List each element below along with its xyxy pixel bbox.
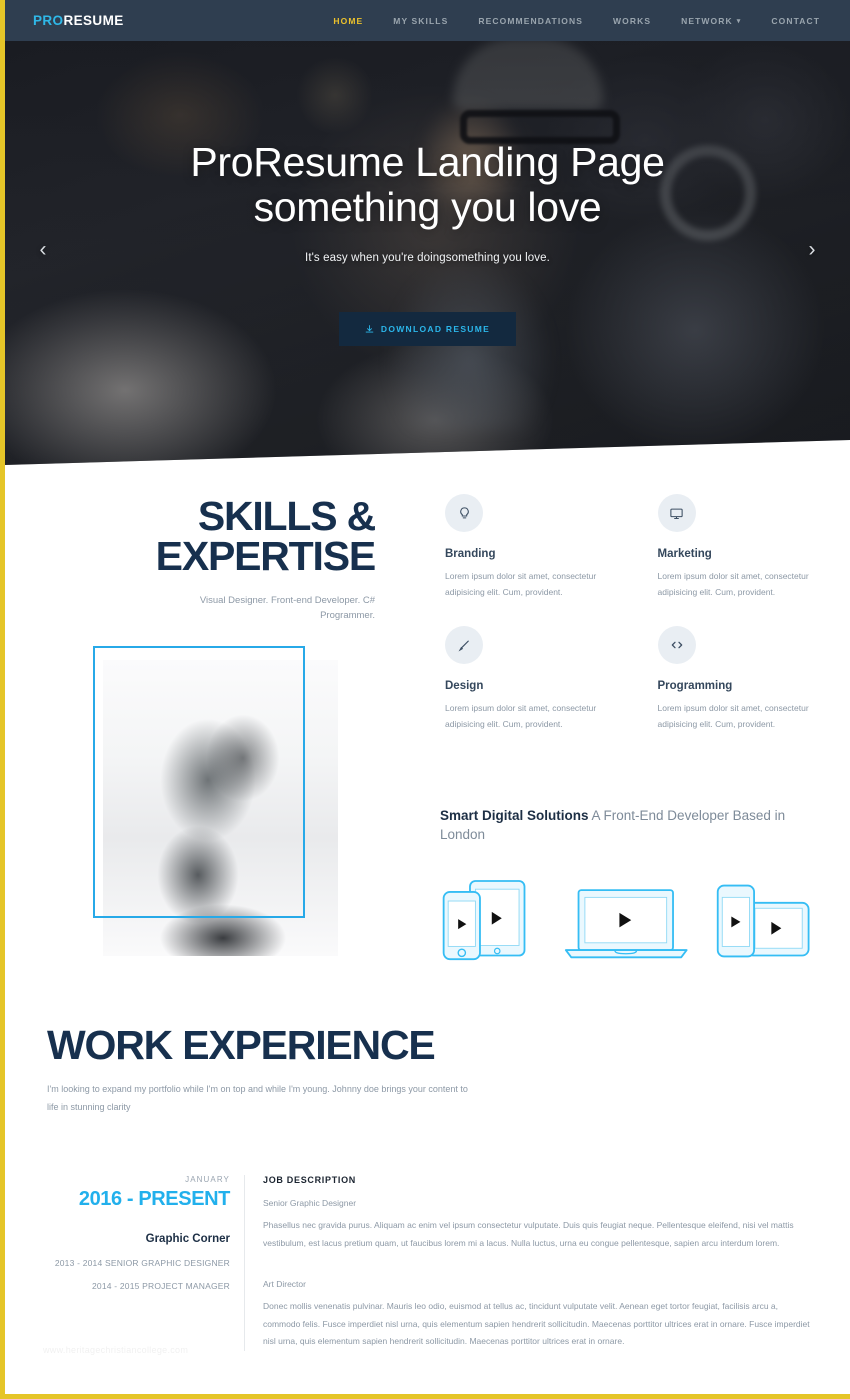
smart-digital-solutions-heading: Smart Digital Solutions A Front-End Deve…: [440, 806, 810, 844]
download-resume-button[interactable]: DOWNLOAD RESUME: [338, 312, 517, 347]
top-navigation-bar: PRORESUME HOME MY SKILLS RECOMMENDATIONS…: [5, 0, 850, 41]
experience-divider: [244, 1175, 245, 1352]
work-experience-section: WORK EXPERIENCE I'm looking to expand my…: [5, 1022, 850, 1352]
nav-links: HOME MY SKILLS RECOMMENDATIONS WORKS NET…: [333, 16, 820, 26]
experience-role-1: 2013 - 2014 SENIOR GRAPHIC DESIGNER: [54, 1258, 230, 1268]
skill-title-design: Design: [445, 680, 484, 693]
portrait-frame: [93, 646, 305, 918]
nav-item-recommendations[interactable]: RECOMMENDATIONS: [478, 16, 583, 26]
skills-heading-line1: SKILLS &: [197, 493, 376, 539]
phone-tablet-illustration: [442, 880, 526, 961]
skill-desc-design: Lorem ipsum dolor sit amet, consectetur …: [445, 703, 597, 730]
download-resume-label: DOWNLOAD RESUME: [380, 324, 491, 335]
logo-resume: RESUME: [63, 13, 124, 28]
experience-role-2: 2014 - 2015 PROJECT MANAGER: [92, 1281, 230, 1291]
skill-card-branding: Branding Lorem ipsum dolor sit amet, con…: [445, 494, 603, 600]
job-text-art-director: Donec mollis venenatis pulvinar. Mauris …: [263, 1300, 810, 1347]
hero-prev-arrow[interactable]: ‹: [31, 238, 55, 262]
download-icon: [365, 324, 374, 333]
skills-heading-line2: EXPERTISE: [155, 533, 377, 580]
nav-item-my-skills[interactable]: MY SKILLS: [393, 16, 448, 26]
brush-icon: [445, 626, 483, 665]
nav-item-home[interactable]: HOME: [333, 16, 363, 26]
smart-bold-text: Smart Digital Solutions: [440, 808, 589, 823]
chevron-down-icon: ▾: [736, 18, 742, 26]
experience-company: Graphic Corner: [145, 1233, 230, 1245]
job-role-senior-graphic-designer: Senior Graphic Designer: [263, 1198, 357, 1208]
phone-tablet-landscape-illustration: [716, 884, 810, 958]
skill-title-branding: Branding: [445, 548, 496, 560]
skill-desc-programming: Lorem ipsum dolor sit amet, consectetur …: [657, 703, 809, 730]
skills-subtitle: Visual Designer. Front-end Developer. C#…: [199, 595, 375, 622]
nav-item-network-label: NETWORK: [681, 15, 733, 26]
job-description-block: JOB DESCRIPTION Senior Graphic Designer …: [263, 1175, 850, 1351]
hero-subtitle: It's easy when you're doingsomething you…: [305, 252, 550, 265]
lightbulb-icon: [445, 494, 483, 532]
experience-month: JANUARY: [185, 1175, 230, 1184]
skill-desc-marketing: Lorem ipsum dolor sit amet, consectetur …: [657, 571, 809, 597]
skills-portrait: [93, 646, 338, 956]
skills-heading: SKILLS & EXPERTISE: [35, 493, 377, 580]
experience-years: 2016 - PRESENT: [78, 1188, 231, 1210]
skill-title-marketing: Marketing: [657, 548, 712, 560]
nav-item-works[interactable]: WORKS: [613, 16, 651, 26]
skills-grid: Branding Lorem ipsum dolor sit amet, con…: [445, 494, 815, 733]
monitor-icon: [657, 494, 696, 532]
skill-desc-branding: Lorem ipsum dolor sit amet, consectetur …: [445, 571, 597, 597]
nav-item-contact[interactable]: CONTACT: [771, 16, 820, 26]
job-text-senior-graphic-designer: Phasellus nec gravida purus. Aliquam ac …: [263, 1220, 794, 1248]
logo-pro: PRO: [33, 13, 64, 28]
work-experience-subtitle: I'm looking to expand my portfolio while…: [47, 1084, 468, 1112]
skill-title-programming: Programming: [657, 680, 733, 693]
skill-card-programming: Programming Lorem ipsum dolor sit amet, …: [657, 626, 816, 732]
device-illustrations: [440, 871, 810, 971]
laptop-illustration: [565, 889, 688, 959]
nav-item-network[interactable]: NETWORK ▾: [681, 16, 741, 26]
hero-title-line1: ProResume Landing Page: [190, 139, 665, 185]
hero-title: ProResume Landing Page something you lov…: [5, 139, 850, 231]
job-description-heading: JOB DESCRIPTION: [263, 1175, 357, 1185]
experience-meta: JANUARY 2016 - PRESENT Graphic Corner 20…: [5, 1175, 231, 1351]
site-logo[interactable]: PRORESUME: [33, 13, 124, 28]
experience-entry: JANUARY 2016 - PRESENT Graphic Corner 20…: [5, 1175, 850, 1352]
skill-card-marketing: Marketing Lorem ipsum dolor sit amet, co…: [657, 494, 816, 600]
job-role-art-director: Art Director: [263, 1278, 306, 1289]
hero-title-line2: something you love: [253, 184, 602, 231]
skill-card-design: Design Lorem ipsum dolor sit amet, conse…: [445, 626, 603, 732]
skills-heading-block: SKILLS & EXPERTISE Visual Designer. Fron…: [35, 493, 377, 624]
work-experience-heading: WORK EXPERIENCE: [47, 1022, 436, 1068]
hero-content: ProResume Landing Page something you lov…: [5, 0, 850, 465]
code-icon: [657, 626, 696, 665]
hero-next-arrow[interactable]: ›: [800, 238, 824, 262]
